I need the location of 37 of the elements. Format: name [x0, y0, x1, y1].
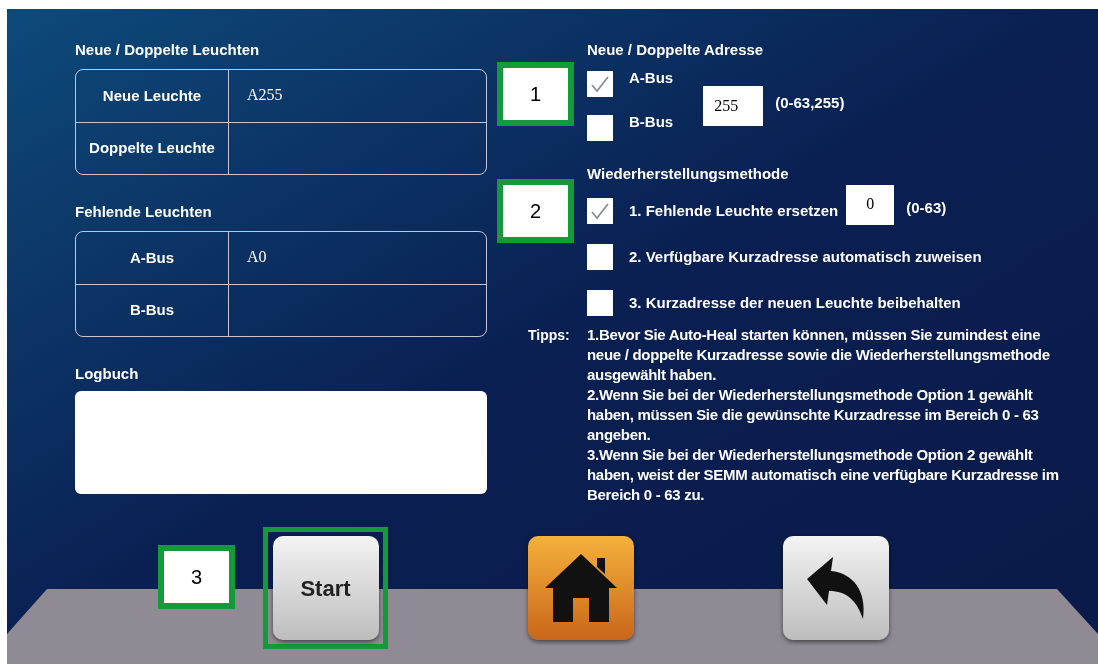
checkbox[interactable] — [587, 244, 613, 270]
check-icon — [590, 202, 610, 220]
checkbox[interactable] — [587, 198, 613, 224]
range-hint: (0-63,255) — [775, 92, 845, 113]
section-title: Logbuch — [75, 364, 140, 383]
start-button[interactable]: Start — [272, 536, 379, 640]
checkbox[interactable] — [587, 71, 613, 97]
tip-text: 3.Wenn Sie bei der Wiederherstellungsmethode Option 2 gewählt haben, weist der SEMM automatisch eine verfügbare Kurzadresse im Bereich 0 - 63 zu. — [587, 445, 1060, 505]
range-hint: (0-63) — [906, 197, 947, 218]
checkbox[interactable] — [587, 115, 613, 141]
row-value: A255 — [247, 85, 283, 105]
option-label: A-Bus — [629, 67, 674, 88]
option-label: 1. Fehlende Leuchte ersetzen — [629, 200, 839, 221]
tips-label: Tipps: — [528, 326, 571, 345]
section-title: Neue / Doppelte Leuchten — [75, 40, 261, 59]
address-input[interactable]: 255 — [703, 86, 764, 126]
tip-text: 2.Wenn Sie bei der Wiederherstellungsmethode Option 1 gewählt haben, müssen Sie die gewünschte Kurzadresse im Bereich 0 - 63 angeben. — [587, 385, 1040, 445]
checkbox[interactable] — [587, 290, 613, 316]
back-button[interactable] — [782, 536, 889, 640]
callout-label: 3 — [158, 545, 235, 609]
option-label: 3. Kurzadresse der neuen Leuchte beibehalten — [629, 292, 961, 313]
row-label: A-Bus — [129, 247, 175, 268]
callout-label: 1 — [497, 62, 574, 126]
row-label: B-Bus — [129, 300, 175, 321]
row-value: A0 — [247, 247, 267, 267]
option-label: B-Bus — [629, 111, 674, 132]
section-title: Fehlende Leuchten — [75, 202, 213, 221]
row-label: Neue Leuchte — [102, 85, 202, 106]
row-label: Doppelte Leuchte — [89, 138, 215, 159]
section-title: Wiederherstellungsmethode — [587, 164, 790, 183]
option-label: 2. Verfügbare Kurzadresse automatisch zuweisen — [629, 246, 982, 267]
check-icon — [590, 75, 610, 93]
tip-text: 1.Bevor Sie Auto-Heal starten können, müssen Sie zumindest eine neue / doppelte Kurzadresse sowie die Wiederherstellungsmethode ausgewählt haben. — [587, 325, 1051, 385]
section-title: Neue / Doppelte Adresse — [587, 40, 765, 59]
home-button[interactable] — [527, 536, 634, 640]
address-input[interactable]: 0 — [846, 185, 895, 225]
callout-label: 2 — [497, 179, 574, 243]
